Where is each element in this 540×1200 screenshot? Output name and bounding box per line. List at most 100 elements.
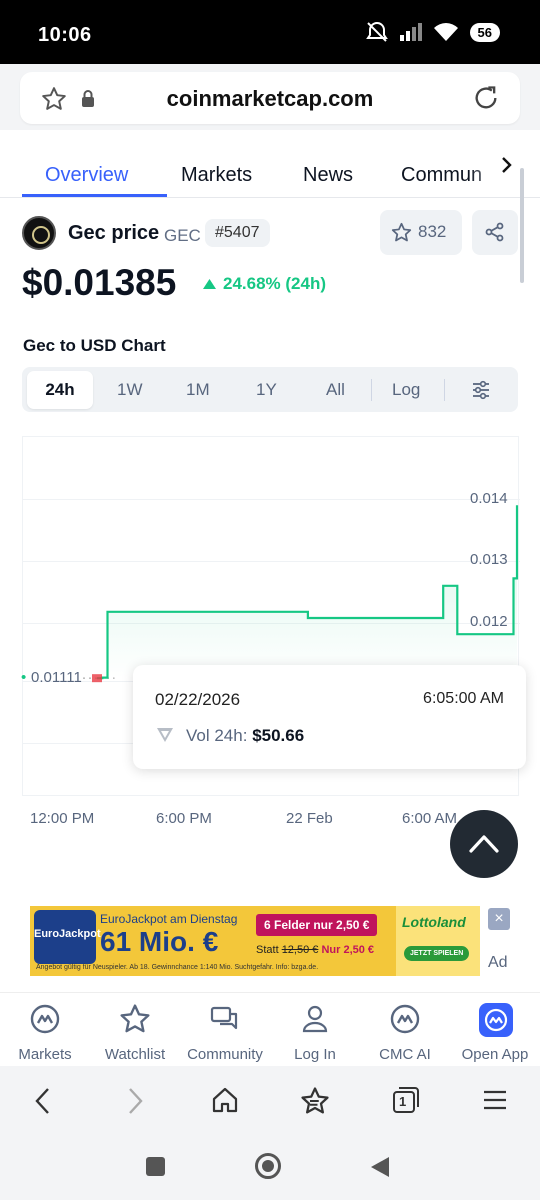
browser-url-bar: coinmarketcap.com	[0, 64, 540, 130]
open-app-icon	[479, 1003, 513, 1037]
ad-close-icon[interactable]: ×	[488, 908, 510, 930]
status-bar: 10:06 56	[0, 0, 540, 64]
system-nav-bar	[0, 1136, 540, 1200]
ad-banner[interactable]: EuroJackpot EuroJackpot am Dienstag 61 M…	[30, 906, 480, 976]
caret-up-icon	[203, 279, 216, 289]
chevron-right-icon[interactable]	[498, 156, 514, 174]
tabs-button[interactable]: 1	[392, 1086, 420, 1114]
coin-name: Gec price	[68, 222, 160, 244]
recents-icon[interactable]	[146, 1157, 165, 1176]
tab-overview[interactable]: Overview	[45, 164, 128, 187]
back-icon[interactable]	[32, 1086, 54, 1116]
tab-news[interactable]: News	[303, 164, 353, 187]
ad-amount: 61 Mio. €	[100, 926, 219, 957]
chart-settings-icon[interactable]	[471, 380, 491, 400]
open-price-dot: •	[21, 669, 27, 686]
share-button[interactable]	[472, 210, 518, 255]
rank-badge: #5407	[205, 219, 270, 247]
tab-count: 1	[399, 1094, 407, 1109]
chat-icon	[210, 1006, 238, 1030]
coin-price: $0.01385	[22, 262, 177, 303]
scroll-top-button[interactable]	[450, 810, 518, 878]
range-all[interactable]: All	[326, 380, 345, 400]
battery-indicator: 56	[469, 22, 500, 42]
ad-offer: 6 Felder nur 2,50 €	[256, 914, 378, 936]
star-icon	[120, 1004, 150, 1033]
range-24h[interactable]: 24h	[27, 371, 93, 409]
tab-markets[interactable]: Markets	[181, 164, 252, 187]
x-tick-label: 22 Feb	[286, 810, 333, 827]
bookmarks-icon[interactable]	[300, 1086, 330, 1116]
volume-icon	[157, 728, 173, 742]
coin-tabs: Overview Markets News Commun	[0, 130, 540, 198]
user-icon	[302, 1005, 328, 1033]
ad-cta-button[interactable]: JETZT SPIELEN	[404, 946, 470, 961]
browser-toolbar: 1	[0, 1066, 540, 1136]
system-back-icon[interactable]	[369, 1155, 391, 1179]
tooltip-volume: Vol 24h: $50.66	[186, 726, 304, 746]
mute-icon	[365, 22, 388, 42]
cmc-ai-icon	[390, 1004, 420, 1034]
divider	[444, 379, 445, 401]
start-marker	[92, 674, 102, 683]
ad-title: EuroJackpot am Dienstag	[100, 912, 238, 926]
tooltip-time: 6:05:00 AM	[423, 690, 504, 707]
nav-label: Community	[187, 1046, 263, 1063]
wifi-icon	[433, 23, 458, 41]
home-dot	[262, 1160, 274, 1172]
tooltip-volume-value: $50.66	[252, 726, 305, 745]
x-tick-label: 12:00 PM	[30, 810, 95, 827]
nav-label: Open App	[461, 1046, 529, 1063]
ad-old-price: 12,50 €	[281, 944, 319, 956]
ad-disclaimer: Angebot gültig für Neuspieler. Ab 18. Ge…	[36, 964, 319, 971]
x-tick-label: 6:00 AM	[402, 810, 458, 827]
status-time: 10:06	[38, 24, 92, 46]
divider	[371, 379, 372, 401]
range-log[interactable]: Log	[392, 380, 420, 400]
y-tick-label: 0.014	[470, 490, 508, 507]
chevron-up-icon	[469, 835, 499, 853]
ad-statt-label: Statt	[256, 944, 279, 956]
chart-title: Gec to USD Chart	[23, 336, 166, 355]
open-price-label: 0.01111	[31, 669, 82, 686]
tooltip-date: 02/22/2026	[155, 690, 241, 709]
range-1y[interactable]: 1Y	[256, 380, 277, 400]
nav-label: Log In	[294, 1046, 336, 1063]
nav-label: CMC AI	[379, 1046, 431, 1063]
nav-label: Watchlist	[104, 1046, 166, 1063]
forward-icon[interactable]	[124, 1086, 146, 1116]
y-tick-label: 0.012	[470, 613, 508, 630]
coin-symbol: GEC	[164, 226, 201, 245]
url-field[interactable]: coinmarketcap.com	[20, 72, 520, 124]
ad-price-line: Statt 12,50 € Nur 2,50 €	[256, 944, 374, 956]
home-icon[interactable]	[211, 1086, 239, 1114]
price-area	[97, 505, 517, 679]
watchlist-count: 832	[418, 222, 447, 241]
tooltip-volume-label: Vol 24h:	[186, 726, 248, 745]
share-icon	[485, 222, 504, 242]
chart-tooltip: 02/22/2026 6:05:00 AM Vol 24h: $50.66	[133, 665, 526, 769]
lottoland-logo: Lottoland	[402, 914, 466, 930]
range-1w[interactable]: 1W	[117, 380, 143, 400]
eurojackpot-logo: EuroJackpot	[34, 910, 101, 964]
y-tick-label: 0.013	[470, 551, 508, 568]
ad-label: Ad	[488, 954, 508, 971]
coin-logo	[22, 216, 56, 250]
menu-icon[interactable]	[483, 1088, 507, 1112]
star-icon	[391, 222, 412, 242]
price-change: 24.68% (24h)	[223, 274, 326, 293]
active-tab-indicator	[22, 194, 167, 197]
ad-cta-area: Lottoland JETZT SPIELEN	[396, 906, 480, 976]
range-selector: 24h 1W 1M 1Y All Log	[22, 367, 518, 412]
range-1m[interactable]: 1M	[186, 380, 210, 400]
watchlist-button[interactable]: 832	[380, 210, 462, 255]
coin-header: Gec price GEC #5407 832	[22, 210, 522, 256]
ad-section: EuroJackpot EuroJackpot am Dienstag 61 M…	[0, 896, 540, 992]
reload-icon[interactable]	[472, 84, 500, 112]
signal-icon	[399, 23, 422, 41]
url-text: coinmarketcap.com	[166, 86, 374, 111]
home-circle-icon[interactable]	[255, 1153, 281, 1179]
nav-label: Markets	[18, 1046, 72, 1063]
ad-new-price: Nur 2,50 €	[321, 944, 375, 956]
bottom-nav: Markets Watchlist Community Log In CMC A…	[0, 992, 540, 1066]
